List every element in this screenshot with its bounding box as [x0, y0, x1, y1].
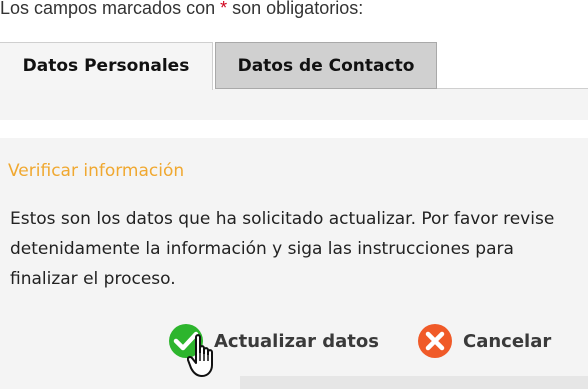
tab-bar-underline [437, 88, 588, 89]
tab-bar: Datos Personales Datos de Contacto [0, 42, 588, 90]
hand-pointer-icon [187, 334, 213, 377]
required-note-suffix: son obligatorios: [227, 0, 364, 18]
cancel-button[interactable]: Cancelar [417, 321, 551, 361]
cancel-label: Cancelar [463, 330, 552, 352]
bottom-shadow [240, 376, 588, 389]
panel-divider-strip [0, 120, 588, 138]
update-data-label: Actualizar datos [214, 330, 379, 352]
tab-datos-contacto[interactable]: Datos de Contacto [215, 42, 437, 89]
required-fields-note: Los campos marcados con * son obligatori… [0, 0, 363, 19]
required-note-prefix: Los campos marcados con [0, 0, 221, 18]
close-circle-icon [418, 324, 452, 358]
verify-title: Verificar información [8, 161, 185, 181]
verify-description: Estos son los datos que ha solicitado ac… [10, 209, 555, 289]
tab-datos-personales[interactable]: Datos Personales [0, 42, 213, 90]
